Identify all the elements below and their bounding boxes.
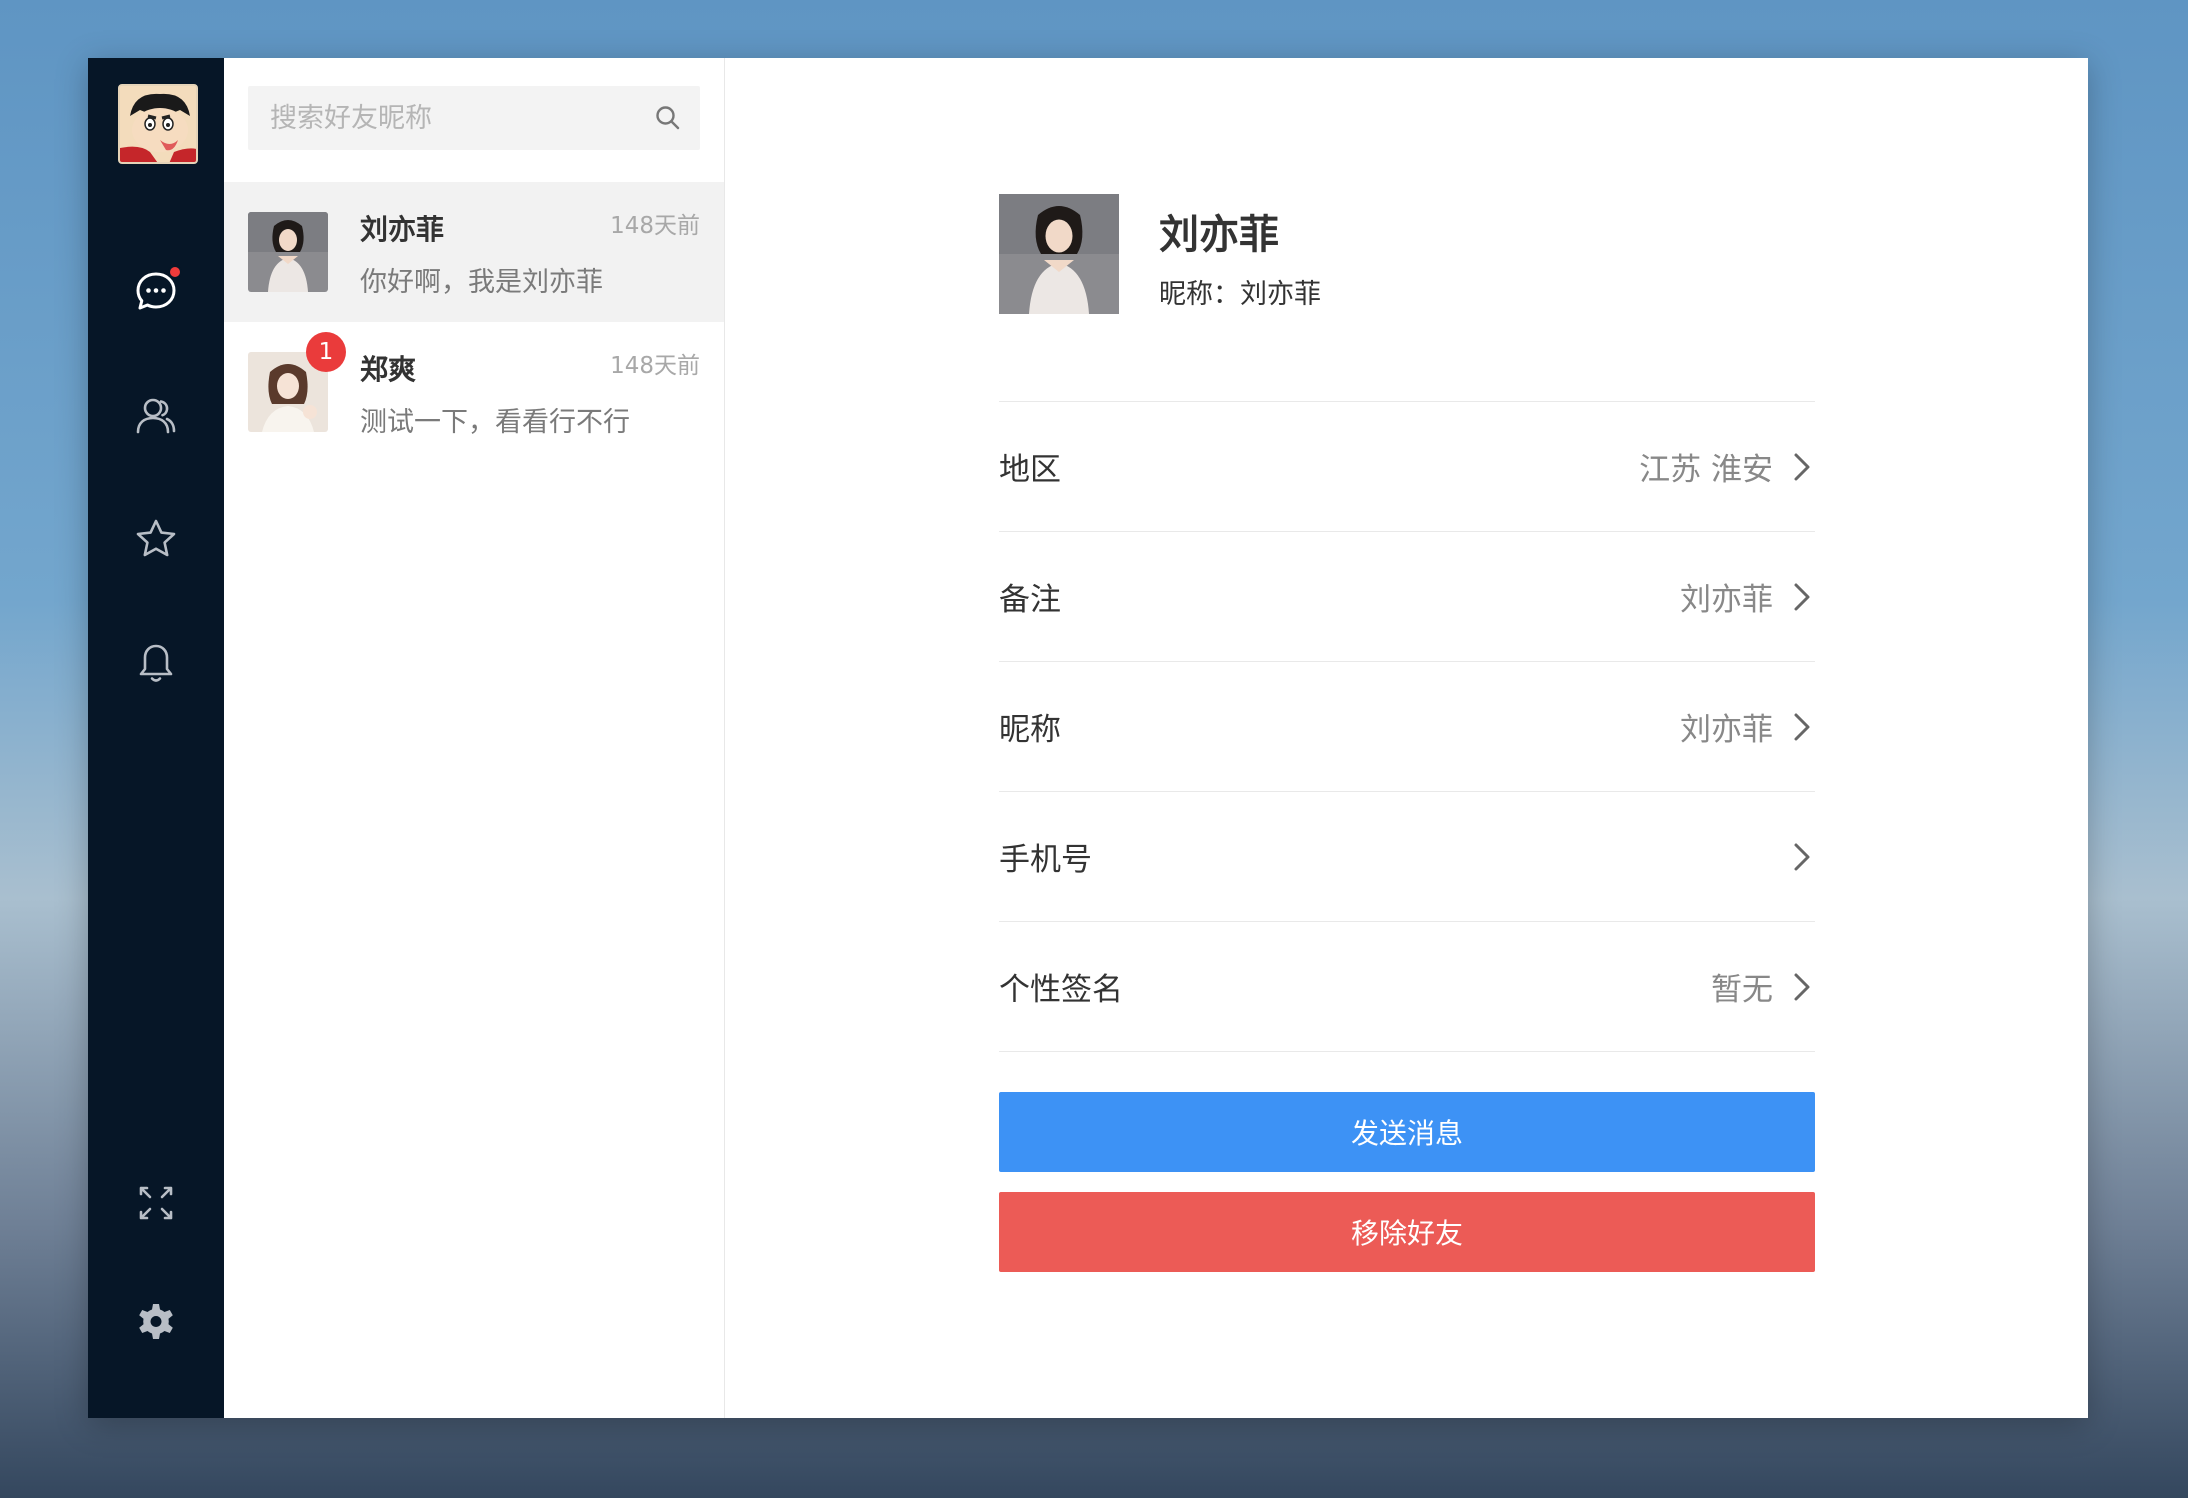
message-preview: 测试一下，看看行不行: [360, 407, 630, 438]
row-value: 刘亦菲: [1680, 582, 1773, 618]
settings-button[interactable]: [131, 1298, 181, 1348]
row-label: 手机号: [999, 842, 1092, 878]
search-button[interactable]: [636, 86, 700, 150]
row-label: 昵称: [999, 712, 1061, 748]
nav-notifications-button[interactable]: [131, 638, 181, 688]
row-value: 刘亦菲: [1680, 712, 1773, 748]
row-value: 江苏 淮安: [1639, 452, 1773, 488]
row-signature[interactable]: 个性签名 暂无: [999, 922, 1815, 1052]
contacts-icon: [136, 398, 176, 434]
send-message-button[interactable]: 发送消息: [999, 1092, 1815, 1172]
user-avatar-image: [120, 86, 196, 162]
message-preview: 你好啊，我是刘亦菲: [360, 267, 603, 298]
contact-avatar: 1: [248, 332, 346, 432]
unread-badge: 1: [306, 332, 346, 372]
message-time: 148天前: [610, 353, 700, 379]
app-window: 刘亦菲 148天前 你好啊，我是刘亦菲 1 郑爽 148天前 测: [88, 58, 2088, 1418]
nav-favorites-button[interactable]: [131, 514, 181, 564]
row-value: 暂无: [1711, 972, 1773, 1008]
profile-card: 刘亦菲 昵称：刘亦菲 地区 江苏 淮安 备注 刘亦菲 昵称 刘亦菲 手机号 个性…: [999, 194, 1815, 1272]
contact-photo: [248, 212, 328, 292]
bell-icon: [139, 644, 173, 682]
contact-name: 郑爽: [360, 353, 417, 386]
conversation-item[interactable]: 1 郑爽 148天前 测试一下，看看行不行: [224, 322, 724, 462]
row-label: 个性签名: [999, 972, 1123, 1008]
fullscreen-icon: [139, 1186, 173, 1220]
contact-name: 刘亦菲: [360, 213, 445, 246]
row-label: 备注: [999, 582, 1061, 618]
nav-chat-button[interactable]: [131, 265, 182, 316]
search-input[interactable]: [248, 86, 636, 150]
row-region[interactable]: 地区 江苏 淮安: [999, 402, 1815, 532]
profile-photo: [999, 194, 1119, 314]
chevron-right-icon: [1789, 973, 1815, 1000]
row-label: 地区: [999, 452, 1061, 488]
search-icon: [656, 106, 680, 130]
fullscreen-button[interactable]: [131, 1178, 181, 1228]
conversation-item[interactable]: 刘亦菲 148天前 你好啊，我是刘亦菲: [224, 182, 724, 322]
message-time: 148天前: [610, 213, 700, 239]
conversation-list: 刘亦菲 148天前 你好啊，我是刘亦菲 1 郑爽 148天前 测: [224, 58, 725, 1418]
nav-contacts-button[interactable]: [131, 390, 181, 440]
contact-avatar: [248, 212, 328, 292]
chevron-right-icon: [1789, 453, 1815, 480]
profile-nickname: 昵称：刘亦菲: [1159, 279, 1321, 310]
nav-rail: [88, 58, 224, 1418]
settings-icon: [139, 1304, 173, 1339]
user-avatar[interactable]: [118, 84, 198, 164]
chevron-right-icon: [1789, 713, 1815, 740]
star-icon: [136, 519, 176, 557]
profile-header: 刘亦菲 昵称：刘亦菲: [999, 194, 1815, 402]
row-nickname[interactable]: 昵称 刘亦菲: [999, 662, 1815, 792]
chevron-right-icon: [1789, 583, 1815, 610]
contact-detail-pane: 刘亦菲 昵称：刘亦菲 地区 江苏 淮安 备注 刘亦菲 昵称 刘亦菲 手机号 个性…: [725, 58, 2088, 1418]
profile-name: 刘亦菲: [1159, 212, 1279, 258]
row-remark[interactable]: 备注 刘亦菲: [999, 532, 1815, 662]
search-box: [248, 86, 700, 150]
unread-dot: [168, 265, 182, 279]
chevron-right-icon: [1789, 843, 1815, 870]
row-phone[interactable]: 手机号: [999, 792, 1815, 922]
remove-friend-button[interactable]: 移除好友: [999, 1192, 1815, 1272]
profile-avatar[interactable]: [999, 194, 1119, 314]
